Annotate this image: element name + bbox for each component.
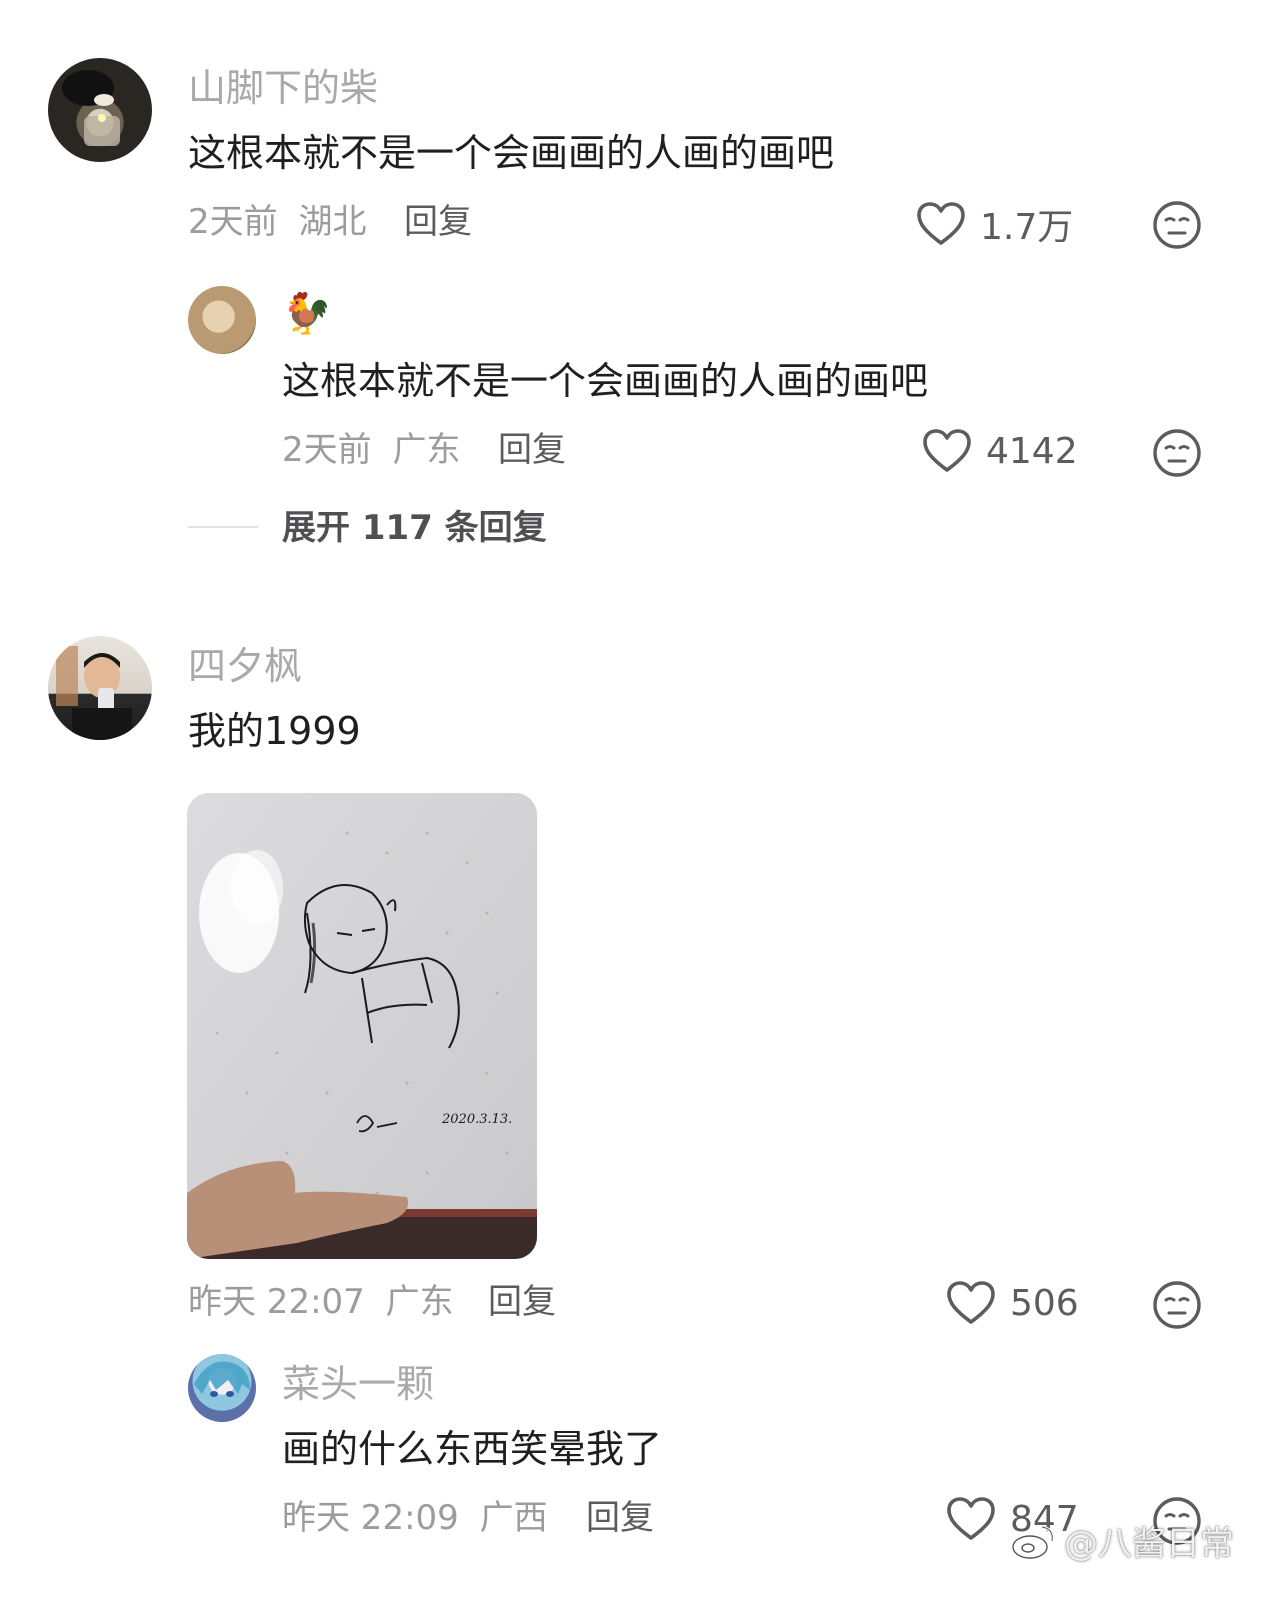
reply-time-value: 2天前 [282,430,372,470]
neutral-face-icon [1153,429,1201,477]
reply-username[interactable]: 🐓 [282,292,332,336]
avatar-selfie-image [56,646,132,740]
sketch-photo: 2020.3.13. [187,793,537,1259]
comment-time: 昨天 22:07 广东 [188,1282,454,1322]
like-count: 4142 [986,430,1078,472]
like-count: 506 [1010,1282,1079,1324]
heart-outline-icon [947,1497,995,1540]
comment-image[interactable]: 2020.3.13. [187,793,537,1259]
heart-outline-icon [917,202,965,245]
dislike-button[interactable] [1152,200,1202,254]
like-button[interactable]: 1.7万 [916,198,1073,250]
comment-time-value: 2天前 [188,202,278,242]
reply-location: 广东 [392,430,461,470]
avatar-user-sixifeng[interactable] [48,636,152,740]
comment-text: 我的1999 [188,709,361,753]
avatar-user-caitouyike[interactable] [188,1354,256,1422]
reply-time-value: 昨天 22:09 [282,1498,459,1538]
comment-time: 2天前 湖北 [188,202,366,242]
reply-button[interactable]: 回复 [586,1498,654,1538]
reply-text: 这根本就不是一个会画画的人画的画吧 [282,359,929,403]
avatar-cat-image [62,70,120,146]
expand-divider [188,526,258,528]
like-count: 1.7万 [980,207,1074,248]
reply-time: 2天前 广东 [282,430,460,470]
reply-button[interactable]: 回复 [488,1282,556,1322]
heart-outline-icon [923,429,971,472]
comment-location: 广东 [385,1282,454,1322]
reply-button[interactable]: 回复 [404,202,472,242]
reply-time: 昨天 22:09 广西 [282,1498,548,1538]
watermark-text: @八酱日常 [1064,1524,1234,1564]
weibo-watermark: @八酱日常 [1010,1516,1234,1565]
dislike-button[interactable] [1152,1280,1202,1334]
neutral-face-icon [1153,201,1201,249]
avatar-user-rooster[interactable] [188,286,256,354]
reply-location: 广西 [479,1498,548,1538]
heart-outline-icon [947,1281,995,1324]
comment-username[interactable]: 山脚下的柴 [188,66,378,110]
reply-username[interactable]: 菜头一颗 [282,1362,434,1406]
like-button[interactable]: 4142 [922,428,1078,474]
dislike-button[interactable] [1152,428,1202,482]
avatar-anime-image [194,1361,250,1397]
expand-replies-button[interactable]: 展开 117 条回复 [282,508,547,548]
sketch-signature-date: 2020.3.13. [441,1112,512,1127]
weibo-logo-icon [1012,1525,1054,1559]
reply-text: 画的什么东西笑晕我了 [282,1427,663,1471]
avatar-user-shanjiaoxia[interactable] [48,58,152,162]
comment-username[interactable]: 四夕枫 [188,644,302,688]
reply-button[interactable]: 回复 [498,430,566,470]
like-button[interactable]: 506 [946,1280,1079,1326]
neutral-face-icon [1153,1281,1201,1329]
comment-text: 这根本就不是一个会画画的人画的画吧 [188,131,835,175]
comment-time-value: 昨天 22:07 [188,1282,365,1322]
comment-location: 湖北 [298,202,367,242]
